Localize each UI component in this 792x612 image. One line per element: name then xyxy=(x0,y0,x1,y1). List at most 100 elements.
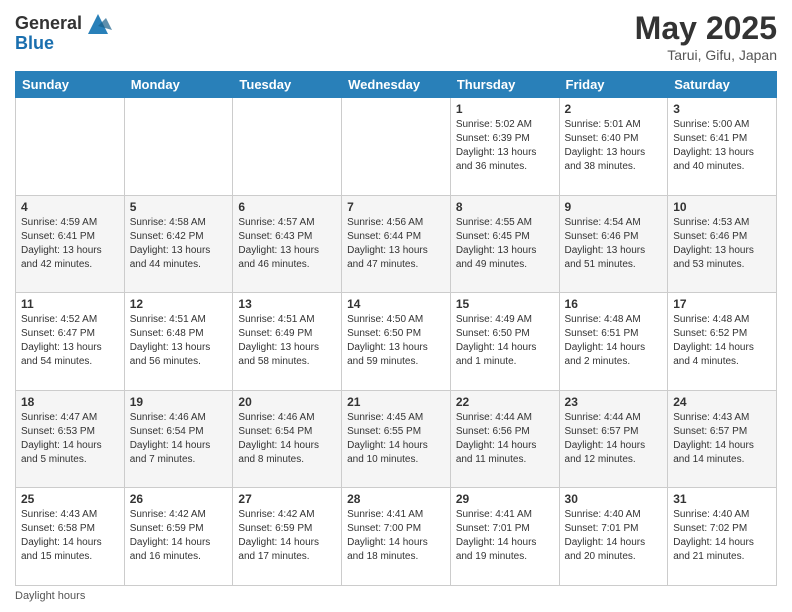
day-number: 6 xyxy=(238,200,336,214)
day-number: 31 xyxy=(673,492,771,506)
day-number: 8 xyxy=(456,200,554,214)
table-row: 29 Sunrise: 4:41 AM Sunset: 7:01 PM Dayli… xyxy=(450,488,559,586)
day-info: Sunrise: 4:55 AM Sunset: 6:45 PM Dayligh… xyxy=(456,216,554,272)
day-info: Sunrise: 4:57 AM Sunset: 6:43 PM Dayligh… xyxy=(238,216,336,272)
table-row: 21 Sunrise: 4:45 AM Sunset: 6:55 PM Dayli… xyxy=(342,390,451,488)
day-number: 26 xyxy=(130,492,228,506)
table-row: 28 Sunrise: 4:41 AM Sunset: 7:00 PM Dayli… xyxy=(342,488,451,586)
day-number: 13 xyxy=(238,297,336,311)
day-info: Sunrise: 5:02 AM Sunset: 6:39 PM Dayligh… xyxy=(456,118,554,174)
table-row: 30Sunrise: 4:40 AM Sunset: 7:01 PM Dayli… xyxy=(559,488,668,586)
table-row: 11 Sunrise: 4:52 AM Sunset: 6:47 PM Dayli… xyxy=(16,293,125,391)
table-row: 19 Sunrise: 4:46 AM Sunset: 6:54 PM Dayli… xyxy=(124,390,233,488)
day-number: 29 xyxy=(456,492,554,506)
day-info: Sunrise: 4:43 AM Sunset: 6:58 PM Dayligh… xyxy=(21,508,119,564)
col-sunday: Sunday xyxy=(16,72,125,98)
col-monday: Monday xyxy=(124,72,233,98)
day-info: Sunrise: 5:00 AM Sunset: 6:41 PM Dayligh… xyxy=(673,118,771,174)
logo-general: General xyxy=(15,14,82,34)
col-friday: Friday xyxy=(559,72,668,98)
table-row xyxy=(124,98,233,196)
table-row: 25 Sunrise: 4:43 AM Sunset: 6:58 PM Dayli… xyxy=(16,488,125,586)
col-thursday: Thursday xyxy=(450,72,559,98)
day-number: 2 xyxy=(565,102,663,116)
table-row: 3 Sunrise: 5:00 AM Sunset: 6:41 PM Daylig… xyxy=(668,98,777,196)
header: General Blue May 2025 Tarui, Gifu, Japan xyxy=(15,10,777,63)
day-number: 19 xyxy=(130,395,228,409)
table-row: 20 Sunrise: 4:46 AM Sunset: 6:54 PM Dayli… xyxy=(233,390,342,488)
day-info: Sunrise: 4:49 AM Sunset: 6:50 PM Dayligh… xyxy=(456,313,554,369)
col-saturday: Saturday xyxy=(668,72,777,98)
day-info: Sunrise: 4:51 AM Sunset: 6:49 PM Dayligh… xyxy=(238,313,336,369)
table-row: 5 Sunrise: 4:58 AM Sunset: 6:42 PM Daylig… xyxy=(124,195,233,293)
day-info: Sunrise: 4:48 AM Sunset: 6:52 PM Dayligh… xyxy=(673,313,771,369)
day-number: 27 xyxy=(238,492,336,506)
table-row: 16 Sunrise: 4:48 AM Sunset: 6:51 PM Dayli… xyxy=(559,293,668,391)
title-month: May 2025 xyxy=(635,10,777,47)
day-info: Sunrise: 4:44 AM Sunset: 6:56 PM Dayligh… xyxy=(456,411,554,467)
table-row: 23Sunrise: 4:44 AM Sunset: 6:57 PM Dayli… xyxy=(559,390,668,488)
day-number: 7 xyxy=(347,200,445,214)
day-number: 30 xyxy=(565,492,663,506)
day-info: Sunrise: 4:56 AM Sunset: 6:44 PM Dayligh… xyxy=(347,216,445,272)
day-number: 15 xyxy=(456,297,554,311)
table-row: 17 Sunrise: 4:48 AM Sunset: 6:52 PM Dayli… xyxy=(668,293,777,391)
day-info: Sunrise: 4:42 AM Sunset: 6:59 PM Dayligh… xyxy=(130,508,228,564)
table-row xyxy=(342,98,451,196)
table-row xyxy=(233,98,342,196)
day-number: 28 xyxy=(347,492,445,506)
table-row: 12Sunrise: 4:51 AM Sunset: 6:48 PM Dayli… xyxy=(124,293,233,391)
table-row: 13 Sunrise: 4:51 AM Sunset: 6:49 PM Dayli… xyxy=(233,293,342,391)
title-block: May 2025 Tarui, Gifu, Japan xyxy=(635,10,777,63)
day-number: 9 xyxy=(565,200,663,214)
day-info: Sunrise: 4:45 AM Sunset: 6:55 PM Dayligh… xyxy=(347,411,445,467)
day-info: Sunrise: 4:48 AM Sunset: 6:51 PM Dayligh… xyxy=(565,313,663,369)
table-row: 1 Sunrise: 5:02 AM Sunset: 6:39 PM Daylig… xyxy=(450,98,559,196)
day-number: 11 xyxy=(21,297,119,311)
day-number: 14 xyxy=(347,297,445,311)
calendar-table: Sunday Monday Tuesday Wednesday Thursday… xyxy=(15,71,777,586)
table-row: 14 Sunrise: 4:50 AM Sunset: 6:50 PM Dayli… xyxy=(342,293,451,391)
day-info: Sunrise: 4:41 AM Sunset: 7:00 PM Dayligh… xyxy=(347,508,445,564)
col-wednesday: Wednesday xyxy=(342,72,451,98)
day-info: Sunrise: 4:46 AM Sunset: 6:54 PM Dayligh… xyxy=(130,411,228,467)
table-row: 31 Sunrise: 4:40 AM Sunset: 7:02 PM Dayli… xyxy=(668,488,777,586)
day-info: Sunrise: 4:47 AM Sunset: 6:53 PM Dayligh… xyxy=(21,411,119,467)
day-number: 17 xyxy=(673,297,771,311)
table-row: 9 Sunrise: 4:54 AM Sunset: 6:46 PM Daylig… xyxy=(559,195,668,293)
day-info: Sunrise: 4:41 AM Sunset: 7:01 PM Dayligh… xyxy=(456,508,554,564)
day-info: Sunrise: 4:51 AM Sunset: 6:48 PM Dayligh… xyxy=(130,313,228,369)
day-info: Sunrise: 4:52 AM Sunset: 6:47 PM Dayligh… xyxy=(21,313,119,369)
day-number: 5 xyxy=(130,200,228,214)
day-info: Sunrise: 4:54 AM Sunset: 6:46 PM Dayligh… xyxy=(565,216,663,272)
day-number: 3 xyxy=(673,102,771,116)
day-number: 21 xyxy=(347,395,445,409)
day-info: Sunrise: 4:58 AM Sunset: 6:42 PM Dayligh… xyxy=(130,216,228,272)
footer-note: Daylight hours xyxy=(15,590,777,602)
day-info: Sunrise: 4:42 AM Sunset: 6:59 PM Dayligh… xyxy=(238,508,336,564)
table-row: 10 Sunrise: 4:53 AM Sunset: 6:46 PM Dayli… xyxy=(668,195,777,293)
table-row: 7 Sunrise: 4:56 AM Sunset: 6:44 PM Daylig… xyxy=(342,195,451,293)
day-number: 16 xyxy=(565,297,663,311)
day-info: Sunrise: 4:46 AM Sunset: 6:54 PM Dayligh… xyxy=(238,411,336,467)
table-row: 22 Sunrise: 4:44 AM Sunset: 6:56 PM Dayli… xyxy=(450,390,559,488)
table-row: 26 Sunrise: 4:42 AM Sunset: 6:59 PM Dayli… xyxy=(124,488,233,586)
day-number: 20 xyxy=(238,395,336,409)
day-info: Sunrise: 4:53 AM Sunset: 6:46 PM Dayligh… xyxy=(673,216,771,272)
day-info: Sunrise: 4:43 AM Sunset: 6:57 PM Dayligh… xyxy=(673,411,771,467)
table-row: 15 Sunrise: 4:49 AM Sunset: 6:50 PM Dayli… xyxy=(450,293,559,391)
page: General Blue May 2025 Tarui, Gifu, Japan… xyxy=(0,0,792,612)
day-info: Sunrise: 4:59 AM Sunset: 6:41 PM Dayligh… xyxy=(21,216,119,272)
title-location: Tarui, Gifu, Japan xyxy=(635,47,777,63)
day-info: Sunrise: 4:50 AM Sunset: 6:50 PM Dayligh… xyxy=(347,313,445,369)
day-number: 4 xyxy=(21,200,119,214)
table-row: 2 Sunrise: 5:01 AM Sunset: 6:40 PM Daylig… xyxy=(559,98,668,196)
day-number: 1 xyxy=(456,102,554,116)
day-number: 22 xyxy=(456,395,554,409)
day-info: Sunrise: 4:40 AM Sunset: 7:02 PM Dayligh… xyxy=(673,508,771,564)
day-number: 10 xyxy=(673,200,771,214)
col-tuesday: Tuesday xyxy=(233,72,342,98)
table-row: 4 Sunrise: 4:59 AM Sunset: 6:41 PM Daylig… xyxy=(16,195,125,293)
day-info: Sunrise: 5:01 AM Sunset: 6:40 PM Dayligh… xyxy=(565,118,663,174)
day-number: 25 xyxy=(21,492,119,506)
